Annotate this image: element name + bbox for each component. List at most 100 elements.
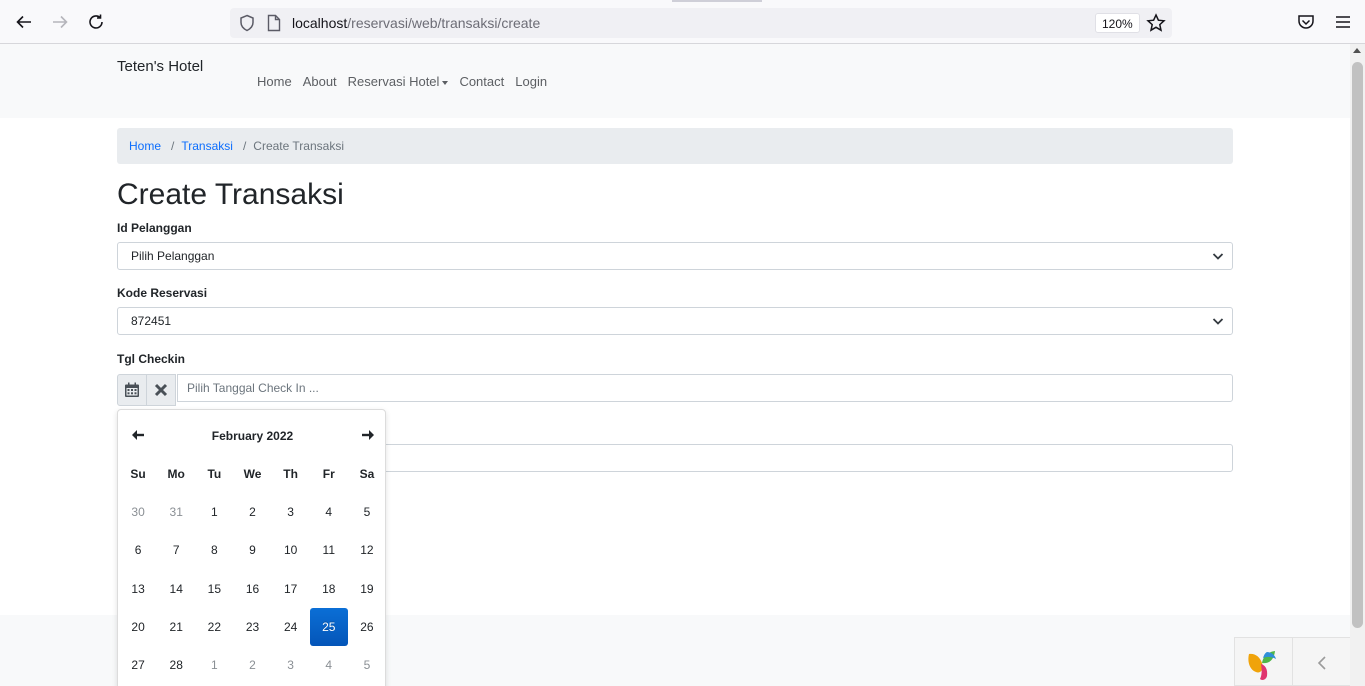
datepicker-header: February 2022 — [118, 424, 387, 448]
chevron-left-icon — [1317, 655, 1326, 670]
calendar-day[interactable]: 16 — [233, 570, 271, 608]
url-text[interactable]: localhost/reservasi/web/transaksi/create — [292, 15, 540, 31]
breadcrumb-separator: / — [171, 139, 175, 153]
reload-button[interactable] — [84, 10, 108, 34]
calendar-icon — [125, 382, 139, 397]
weekday-header: Sa — [359, 467, 375, 481]
calendar-day[interactable]: 2 — [233, 646, 271, 684]
calendar-day[interactable]: 13 — [119, 570, 157, 608]
calendar-day[interactable]: 4 — [310, 493, 348, 531]
zoom-level-badge[interactable]: 120% — [1095, 13, 1140, 33]
debug-toggle-button[interactable] — [1292, 638, 1350, 686]
calendar-day[interactable]: 4 — [310, 646, 348, 684]
calendar-day[interactable]: 23 — [233, 608, 271, 646]
calendar-day-selected[interactable]: 25 — [309, 608, 348, 647]
calendar-day[interactable]: 3 — [272, 493, 310, 531]
brand-name[interactable]: Teten's Hotel — [117, 58, 203, 75]
calendar-day[interactable]: 28 — [157, 646, 195, 684]
nav-links: Home About Reservasi Hotel Contact Login — [257, 74, 558, 89]
bookmark-star-icon[interactable] — [1146, 13, 1166, 33]
yii-logo-icon[interactable] — [1245, 646, 1281, 682]
calendar-day[interactable]: 8 — [195, 531, 233, 569]
calendar-day[interactable]: 19 — [348, 570, 386, 608]
chevron-down-icon — [1212, 253, 1224, 260]
nav-home[interactable]: Home — [257, 74, 292, 89]
breadcrumb-home[interactable]: Home — [129, 139, 161, 153]
page-info-icon[interactable] — [266, 14, 282, 32]
calendar-day[interactable]: 21 — [157, 608, 195, 646]
calendar-week-row: 20 21 22 23 24 25 26 — [119, 608, 386, 647]
browser-toolbar: localhost/reservasi/web/transaksi/create… — [0, 0, 1365, 44]
checkin-date-input[interactable]: Pilih Tanggal Check In ... — [177, 374, 1233, 402]
breadcrumb-current: Create Transaksi — [253, 139, 344, 153]
calendar-day[interactable]: 2 — [233, 493, 271, 531]
scrollbar-thumb[interactable] — [1352, 62, 1363, 628]
calendar-day[interactable]: 15 — [195, 570, 233, 608]
calendar-day[interactable]: 1 — [195, 646, 233, 684]
calendar-day[interactable]: 6 — [119, 531, 157, 569]
tab-indicator — [672, 0, 762, 2]
datepicker-grid: Su Mo Tu We Th Fr Sa 30 31 1 2 3 4 5 6 7 8 9 10 11 12 13 14 15… — [119, 455, 386, 684]
calendar-day[interactable]: 3 — [272, 646, 310, 684]
site-navbar: Teten's Hotel Home About Reservasi Hotel… — [0, 44, 1350, 118]
breadcrumb-transaksi[interactable]: Transaksi — [181, 139, 233, 153]
nav-contact[interactable]: Contact — [459, 74, 504, 89]
nav-about[interactable]: About — [303, 74, 337, 89]
clear-date-button[interactable] — [146, 374, 176, 406]
calendar-button[interactable] — [117, 374, 147, 406]
calendar-day[interactable]: 12 — [348, 531, 386, 569]
address-bar[interactable]: localhost/reservasi/web/transaksi/create… — [230, 8, 1172, 38]
pelanggan-select[interactable]: Pilih Pelanggan — [117, 242, 1233, 270]
kode-reservasi-selected-value: 872451 — [131, 314, 172, 328]
calendar-day[interactable]: 27 — [119, 646, 157, 684]
forward-button[interactable] — [48, 10, 72, 34]
calendar-week-row: 13 14 15 16 17 18 19 — [119, 570, 386, 608]
calendar-week-row: 27 28 1 2 3 4 5 — [119, 646, 386, 684]
calendar-day[interactable]: 30 — [119, 493, 157, 531]
menu-icon[interactable] — [1333, 12, 1353, 32]
weekday-header: Mo — [167, 467, 185, 481]
arrow-left-icon — [16, 15, 31, 29]
scroll-up-arrow-icon[interactable] — [1353, 48, 1361, 53]
pelanggan-selected-value: Pilih Pelanggan — [131, 249, 215, 263]
calendar-day[interactable]: 22 — [195, 608, 233, 646]
yii-debug-toolbar — [1234, 637, 1350, 686]
calendar-day[interactable]: 9 — [233, 531, 271, 569]
calendar-day[interactable]: 26 — [348, 608, 386, 646]
weekday-header: Tu — [207, 467, 222, 481]
kode-reservasi-select[interactable]: 872451 — [117, 307, 1233, 335]
shield-icon[interactable] — [238, 14, 256, 32]
calendar-day[interactable]: 18 — [310, 570, 348, 608]
checkin-date-group: Pilih Tanggal Check In ... — [117, 374, 1233, 406]
pelanggan-label: Id Pelanggan — [117, 221, 192, 235]
page-scrollbar[interactable] — [1350, 44, 1365, 686]
calendar-day[interactable]: 11 — [310, 531, 348, 569]
nav-reservasi-hotel[interactable]: Reservasi Hotel — [348, 74, 449, 89]
calendar-day[interactable]: 31 — [157, 493, 195, 531]
datepicker-popup: February 2022 Su Mo Tu We Th Fr Sa 30 31 1 2 3 4 5 6 7… — [117, 409, 386, 686]
calendar-day[interactable]: 17 — [272, 570, 310, 608]
url-path: /reservasi/web/transaksi/create — [347, 15, 541, 31]
nav-login[interactable]: Login — [515, 74, 547, 89]
chevron-down-icon — [1212, 318, 1224, 325]
page-viewport: Teten's Hotel Home About Reservasi Hotel… — [0, 44, 1350, 686]
url-host: localhost — [292, 15, 348, 31]
calendar-day[interactable]: 20 — [119, 608, 157, 646]
breadcrumb-separator: / — [242, 139, 247, 153]
calendar-day[interactable]: 7 — [157, 531, 195, 569]
calendar-day[interactable]: 10 — [272, 531, 310, 569]
weekday-header: Fr — [322, 467, 335, 481]
pocket-icon[interactable] — [1296, 12, 1316, 32]
calendar-day[interactable]: 5 — [348, 646, 386, 684]
arrow-right-icon[interactable] — [361, 428, 375, 442]
calendar-week-row: 30 31 1 2 3 4 5 — [119, 493, 386, 531]
calendar-day[interactable]: 1 — [195, 493, 233, 531]
calendar-day[interactable]: 24 — [272, 608, 310, 646]
checkin-label: Tgl Checkin — [117, 352, 186, 366]
page-title: Create Transaksi — [117, 178, 344, 211]
back-button[interactable] — [12, 10, 36, 34]
calendar-day[interactable]: 14 — [157, 570, 195, 608]
nav-reservasi-label: Reservasi Hotel — [347, 74, 440, 89]
datepicker-month-title[interactable]: February 2022 — [118, 429, 387, 443]
calendar-day[interactable]: 5 — [348, 493, 386, 531]
